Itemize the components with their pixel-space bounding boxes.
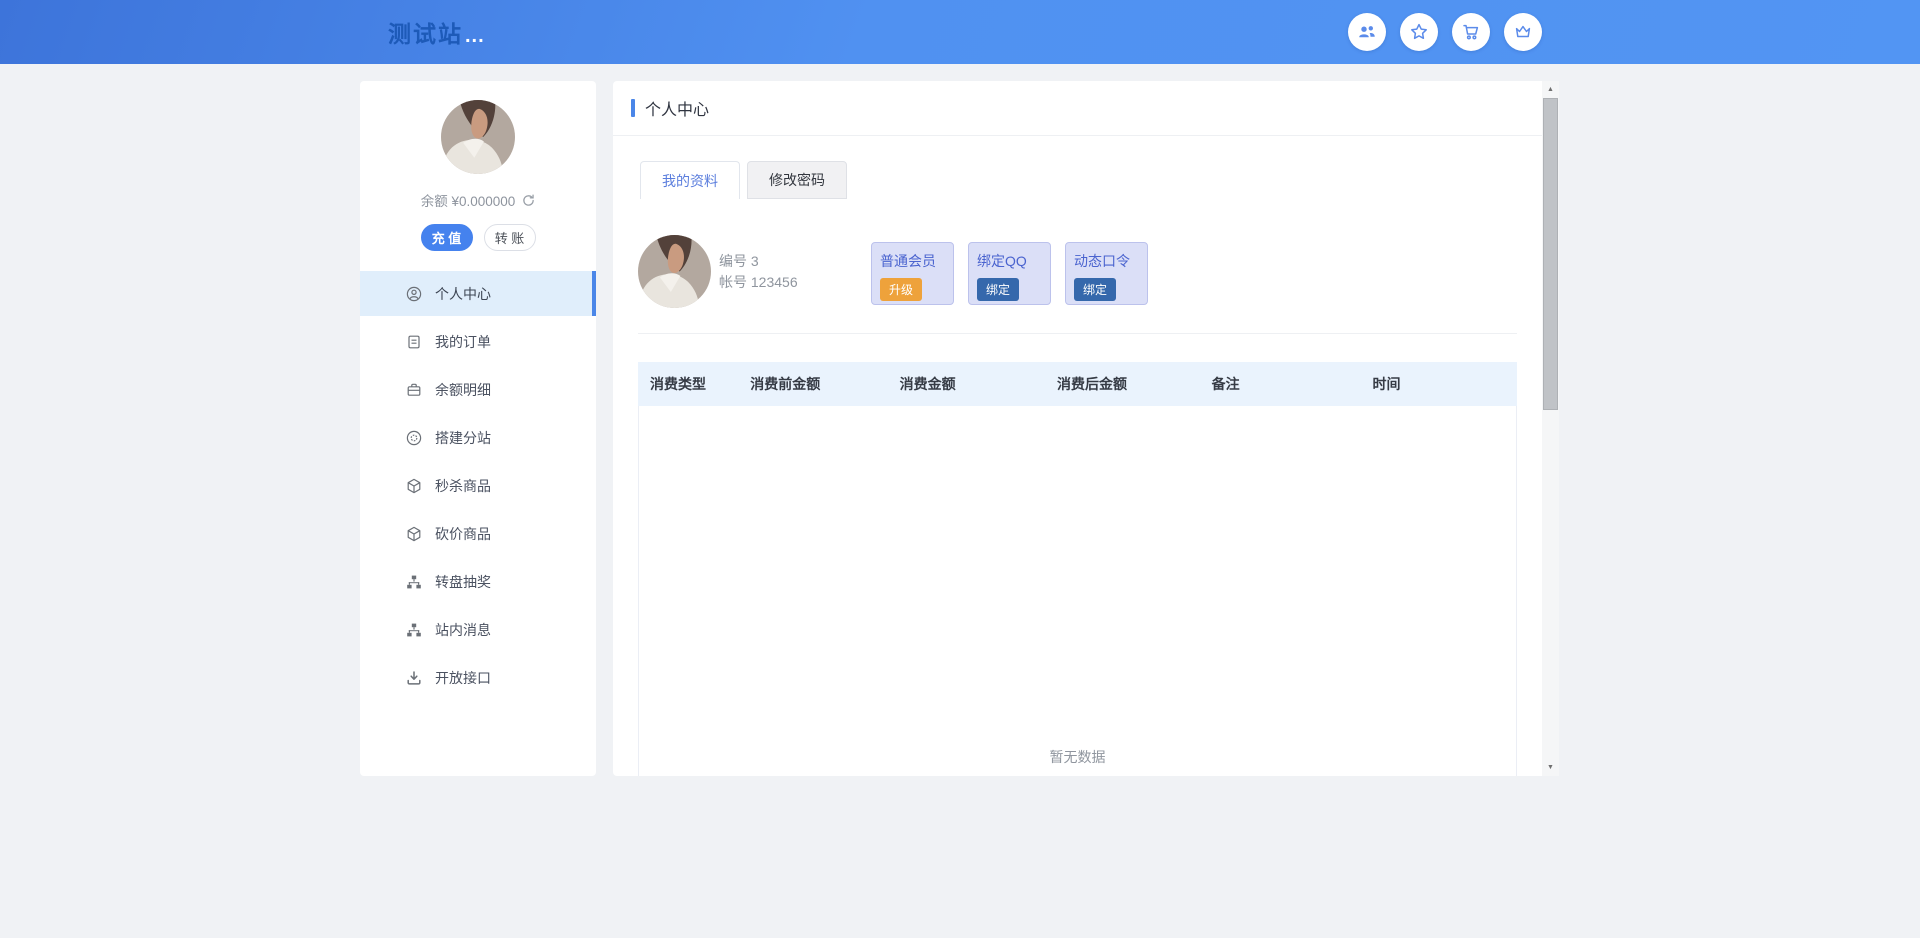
sidebar-item-label: 秒杀商品 (435, 476, 491, 496)
sidebar-item-label: 我的订单 (435, 332, 491, 352)
profile-avatar (638, 235, 711, 308)
user-account-label: 帐号 123456 (719, 272, 871, 293)
crown-icon[interactable] (1504, 13, 1542, 51)
cube-icon (406, 526, 422, 542)
profile-cards: 普通会员 升级 绑定QQ 绑定 动态口令 绑定 (871, 242, 1148, 305)
bind-qq-card: 绑定QQ 绑定 (968, 242, 1051, 305)
sidebar-item-label: 转盘抽奖 (435, 572, 491, 592)
otp-card: 动态口令 绑定 (1065, 242, 1148, 305)
sidebar-item-messages[interactable]: 站内消息 (360, 607, 596, 652)
sidebar-item-substation[interactable]: 搭建分站 (360, 415, 596, 460)
upgrade-button[interactable]: 升级 (880, 278, 922, 301)
header-icon-group (1348, 13, 1542, 51)
sidebar-item-my-orders[interactable]: 我的订单 (360, 319, 596, 364)
bind-otp-button[interactable]: 绑定 (1074, 278, 1116, 301)
balance-actions: 充 值 转 账 (360, 224, 596, 251)
scrollbar-down-arrow[interactable]: ▼ (1542, 759, 1559, 776)
sidebar-item-label: 砍价商品 (435, 524, 491, 544)
sidebar-item-balance-detail[interactable]: 余额明细 (360, 367, 596, 412)
substation-icon (406, 430, 422, 446)
sidebar-item-label: 个人中心 (435, 284, 491, 304)
sidebar-item-bargain[interactable]: 砍价商品 (360, 511, 596, 556)
recharge-button[interactable]: 充 值 (421, 224, 473, 251)
sidebar: 余额 ¥0.000000 充 值 转 账 个人中心 (360, 81, 596, 776)
main-scrollbar[interactable]: ▲ ▼ (1542, 81, 1559, 776)
column-header: 消费类型 (638, 374, 738, 394)
balance-row: 余额 ¥0.000000 (360, 190, 596, 210)
site-logo-dots: ... (465, 25, 485, 48)
membership-card: 普通会员 升级 (871, 242, 954, 305)
site-logo-text: 测试站 (388, 15, 463, 49)
column-header: 消费金额 (888, 374, 1045, 394)
members-icon[interactable] (1348, 13, 1386, 51)
column-header: 时间 (1361, 374, 1517, 394)
sitemap-icon (406, 574, 422, 590)
table-header-row: 消费类型 消费前金额 消费金额 消费后金额 备注 时间 (638, 362, 1517, 406)
sidebar-item-label: 余额明细 (435, 380, 491, 400)
scrollbar-thumb[interactable] (1543, 98, 1558, 410)
sidebar-item-label: 站内消息 (435, 620, 491, 640)
profile-info: 编号 3 帐号 123456 (719, 235, 871, 308)
empty-state-text: 暂无数据 (1050, 747, 1106, 767)
column-header: 备注 (1200, 374, 1361, 394)
sidebar-item-label: 搭建分站 (435, 428, 491, 448)
sitemap-icon (406, 622, 422, 638)
site-logo[interactable]: 测试站... (388, 0, 485, 64)
sidebar-item-open-api[interactable]: 开放接口 (360, 655, 596, 700)
user-id-label: 编号 3 (719, 251, 871, 272)
page-title: 个人中心 (645, 96, 709, 120)
profile-section: 编号 3 帐号 123456 普通会员 升级 绑定QQ 绑定 动态口令 绑定 (638, 235, 1542, 308)
transfer-button[interactable]: 转 账 (484, 224, 536, 251)
cart-icon[interactable] (1452, 13, 1490, 51)
star-icon[interactable] (1400, 13, 1438, 51)
membership-card-title: 普通会员 (880, 251, 953, 271)
cube-icon (406, 478, 422, 494)
sidebar-item-lottery[interactable]: 转盘抽奖 (360, 559, 596, 604)
otp-card-title: 动态口令 (1074, 251, 1147, 271)
column-header: 消费前金额 (738, 374, 887, 394)
sidebar-item-label: 开放接口 (435, 668, 491, 688)
section-divider (638, 333, 1517, 334)
scrollbar-up-arrow[interactable]: ▲ (1542, 81, 1559, 98)
download-icon (406, 670, 422, 686)
wallet-icon (406, 382, 422, 398)
consumption-table: 消费类型 消费前金额 消费金额 消费后金额 备注 时间 暂无数据 (638, 362, 1517, 776)
bind-qq-button[interactable]: 绑定 (977, 278, 1019, 301)
bind-qq-card-title: 绑定QQ (977, 251, 1050, 271)
tab-my-profile[interactable]: 我的资料 (640, 161, 740, 199)
sidebar-item-personal-center[interactable]: 个人中心 (360, 271, 596, 316)
tabs: 我的资料 修改密码 (640, 161, 1542, 199)
tab-change-password[interactable]: 修改密码 (747, 161, 847, 199)
user-avatar (441, 100, 515, 174)
table-body: 暂无数据 (638, 406, 1517, 776)
title-accent-bar (631, 99, 635, 117)
sidebar-item-flash-sale[interactable]: 秒杀商品 (360, 463, 596, 508)
main-panel: 个人中心 我的资料 修改密码 编号 3 帐号 123456 普通会员 升级 绑 (613, 81, 1542, 776)
top-header: 测试站... (0, 0, 1920, 64)
refresh-balance-icon[interactable] (522, 194, 535, 207)
user-icon (406, 286, 422, 302)
sidebar-menu: 个人中心 我的订单 余额明细 搭建分站 (360, 271, 596, 700)
column-header: 消费后金额 (1045, 374, 1200, 394)
balance-label: 余额 ¥0.000000 (421, 190, 516, 210)
order-icon (406, 334, 422, 350)
panel-title-row: 个人中心 (613, 81, 1542, 136)
